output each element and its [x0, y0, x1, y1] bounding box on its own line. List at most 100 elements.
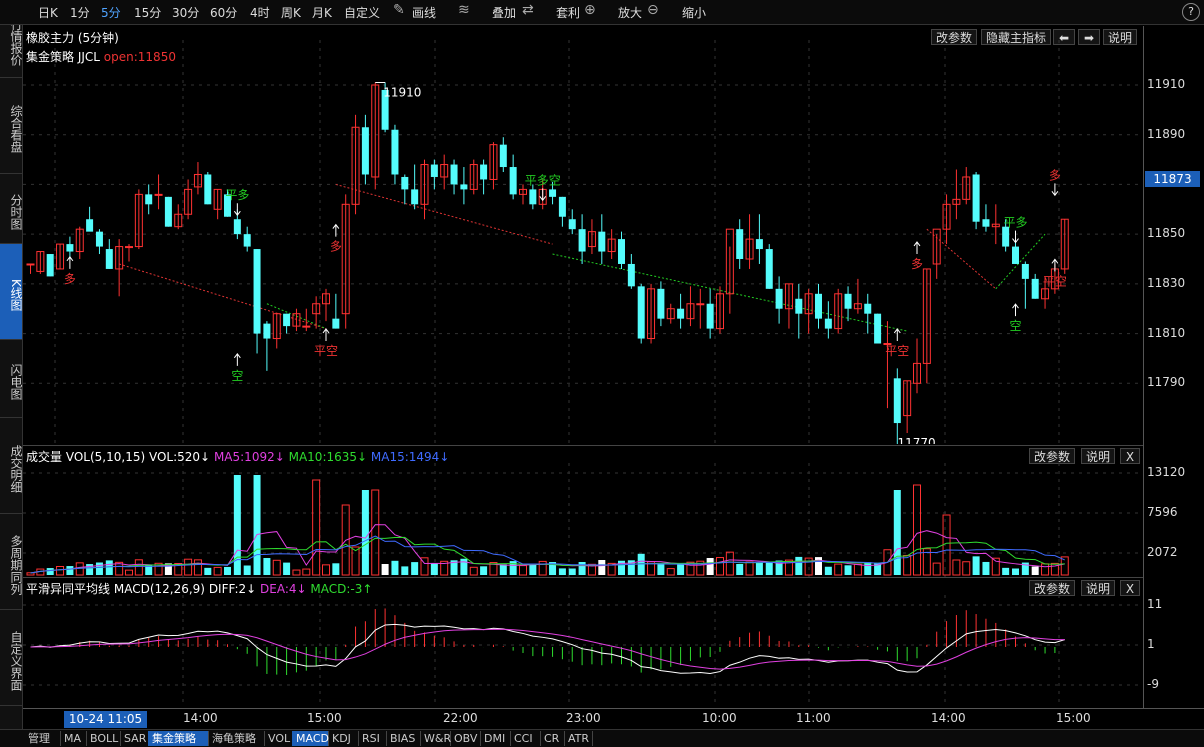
bottom-tab-kdj8[interactable]: KDJ — [328, 731, 359, 746]
help-icon[interactable]: ? — [1182, 3, 1200, 21]
candle-body-down — [874, 313, 882, 344]
macd-axis-label: 11 — [1147, 597, 1163, 611]
bottom-tab-bias10[interactable]: BIAS — [386, 731, 421, 746]
candle-body-down — [568, 219, 576, 230]
period-tab-draw-line[interactable]: 画线 — [412, 4, 436, 21]
volume-axis-label: 7596 — [1147, 505, 1178, 519]
volume-bar-up — [952, 559, 961, 576]
pencil-icon: ✎ — [393, 2, 405, 18]
volume-chart[interactable] — [23, 463, 1143, 577]
candle-body-down — [164, 196, 172, 227]
candle-body-down — [982, 219, 990, 227]
volume-bar-down — [263, 558, 271, 575]
candle-body-down — [1021, 263, 1029, 279]
signal-arrow-up-icon — [332, 223, 340, 237]
candlestick-chart[interactable]: 1191011770多平多空平空多平多空平空多平多空平空多 — [23, 40, 1143, 444]
volume-axis-label: 2072 — [1147, 545, 1178, 559]
period-tab-min5[interactable]: 5分 — [101, 4, 121, 21]
bottom-tab-cci14[interactable]: CCI — [510, 731, 541, 746]
volume-bar-down — [243, 565, 251, 575]
bottom-tab-sar3[interactable]: SAR — [120, 731, 149, 746]
volume-bar-down — [795, 556, 803, 575]
period-tab-min30[interactable]: 30分 — [172, 4, 199, 21]
macd-change-params-button[interactable]: 改参数 — [1029, 580, 1076, 596]
period-tab-custom[interactable]: 自定义 — [344, 4, 380, 21]
signal-arrow-up-icon — [322, 328, 330, 341]
volume-close-button[interactable]: X — [1120, 448, 1140, 464]
sidebar-tab-flash[interactable]: 闪电图 — [0, 340, 23, 418]
signal-label-duo: 多 — [911, 257, 923, 271]
candle-body-down — [795, 298, 803, 314]
bottom-tab-wr11[interactable]: W&R — [420, 731, 451, 746]
bottom-tab-boll2[interactable]: BOLL — [86, 731, 121, 746]
volume-bar-down — [86, 564, 94, 575]
price-axis-label: 11850 — [1147, 226, 1186, 241]
candle-body-down — [391, 129, 399, 175]
volume-bar-down — [736, 564, 744, 575]
bottom-tab-4[interactable]: 集金策略 — [148, 731, 209, 746]
volume-bar-down — [95, 562, 103, 575]
period-tab-min15[interactable]: 15分 — [134, 4, 161, 21]
macd-axis-label: 1 — [1147, 637, 1155, 651]
low-price-label: 11770 — [897, 436, 935, 444]
sidebar-tab-multi-period[interactable]: 多周期同列 — [0, 514, 23, 610]
macd-params: MACD(12,26,9) — [113, 582, 205, 596]
sidebar-tab-kline[interactable]: K线图 — [0, 244, 23, 340]
period-tab-hour4[interactable]: 4时 — [250, 4, 270, 21]
candle-body-up — [26, 263, 35, 266]
macd-axis-label: -9 — [1147, 677, 1159, 691]
volume-bar-up — [745, 561, 754, 576]
bottom-tab-obv12[interactable]: OBV — [450, 731, 481, 746]
volume-params: VOL(5,10,15) — [65, 450, 146, 464]
volume-bar-down — [598, 560, 606, 575]
macd-help-button[interactable]: 说明 — [1081, 580, 1116, 596]
bottom-tab-atr16[interactable]: ATR — [564, 731, 593, 746]
bottom-tab-cr15[interactable]: CR — [540, 731, 565, 746]
volume-bar-up — [962, 561, 971, 576]
volume-bar-down — [381, 564, 389, 575]
signal-label-duo: 多 — [330, 240, 342, 254]
sidebar-tab-intraday[interactable]: 分时图 — [0, 174, 23, 244]
volume-axis-label: 13120 — [1147, 465, 1186, 479]
macd-chart[interactable] — [23, 595, 1143, 707]
signal-arrow-up-icon — [233, 352, 241, 366]
signal-arrow-down-icon — [1012, 230, 1019, 244]
signal-label-pingduo: 平多 — [1003, 216, 1027, 230]
volume-change-params-button[interactable]: 改参数 — [1029, 448, 1076, 464]
volume-bar-up — [903, 554, 912, 576]
volume-bar-down — [411, 562, 419, 575]
period-tab-min60[interactable]: 60分 — [210, 4, 237, 21]
sidebar-tab-custom-ui[interactable]: 自定义界面 — [0, 610, 23, 706]
volume-bar-down — [460, 558, 468, 575]
volume-bar-down — [401, 566, 409, 575]
volume-bar-down — [755, 562, 763, 575]
period-tab-arbitrage[interactable]: 套利 — [556, 4, 580, 21]
bottom-tab-rsi9[interactable]: RSI — [358, 731, 387, 746]
period-tab-zoom-in[interactable]: 放大 — [618, 4, 642, 21]
bottom-tab-macd7[interactable]: MACD — [292, 731, 329, 746]
time-label: 23:00 — [566, 711, 601, 725]
volume-help-button[interactable]: 说明 — [1081, 448, 1116, 464]
macd-close-button[interactable]: X — [1120, 580, 1140, 596]
period-tab-min1[interactable]: 1分 — [70, 4, 90, 21]
axis-divider — [1143, 26, 1144, 709]
bottom-tab-vol6[interactable]: VOL — [264, 731, 293, 746]
volume-bar-up — [26, 572, 35, 576]
bottom-tab-ma1[interactable]: MA — [60, 731, 87, 746]
bottom-tab-dmi13[interactable]: DMI — [480, 731, 511, 746]
volume-bar-up — [213, 566, 222, 576]
period-tab-weekly-k[interactable]: 周K — [281, 4, 301, 21]
volume-bar-up — [322, 564, 330, 576]
period-tab-monthly-k[interactable]: 月K — [312, 4, 332, 21]
bottom-tab-0[interactable]: 管理 — [24, 731, 61, 746]
candle-body-down — [637, 286, 645, 339]
candle-body-down — [706, 303, 714, 329]
sidebar-tab-trades[interactable]: 成交明细 — [0, 418, 23, 514]
period-tab-zoom-out[interactable]: 缩小 — [682, 4, 706, 21]
bottom-tab-5[interactable]: 海龟策略 — [208, 731, 265, 746]
price-axis-label: 11830 — [1147, 275, 1186, 290]
sidebar-tab-overview[interactable]: 综合看盘 — [0, 78, 23, 174]
period-tab-overlay[interactable]: 叠加 — [492, 4, 516, 21]
period-tab-daily-k[interactable]: 日K — [38, 4, 58, 21]
candle-body-up — [696, 303, 705, 306]
